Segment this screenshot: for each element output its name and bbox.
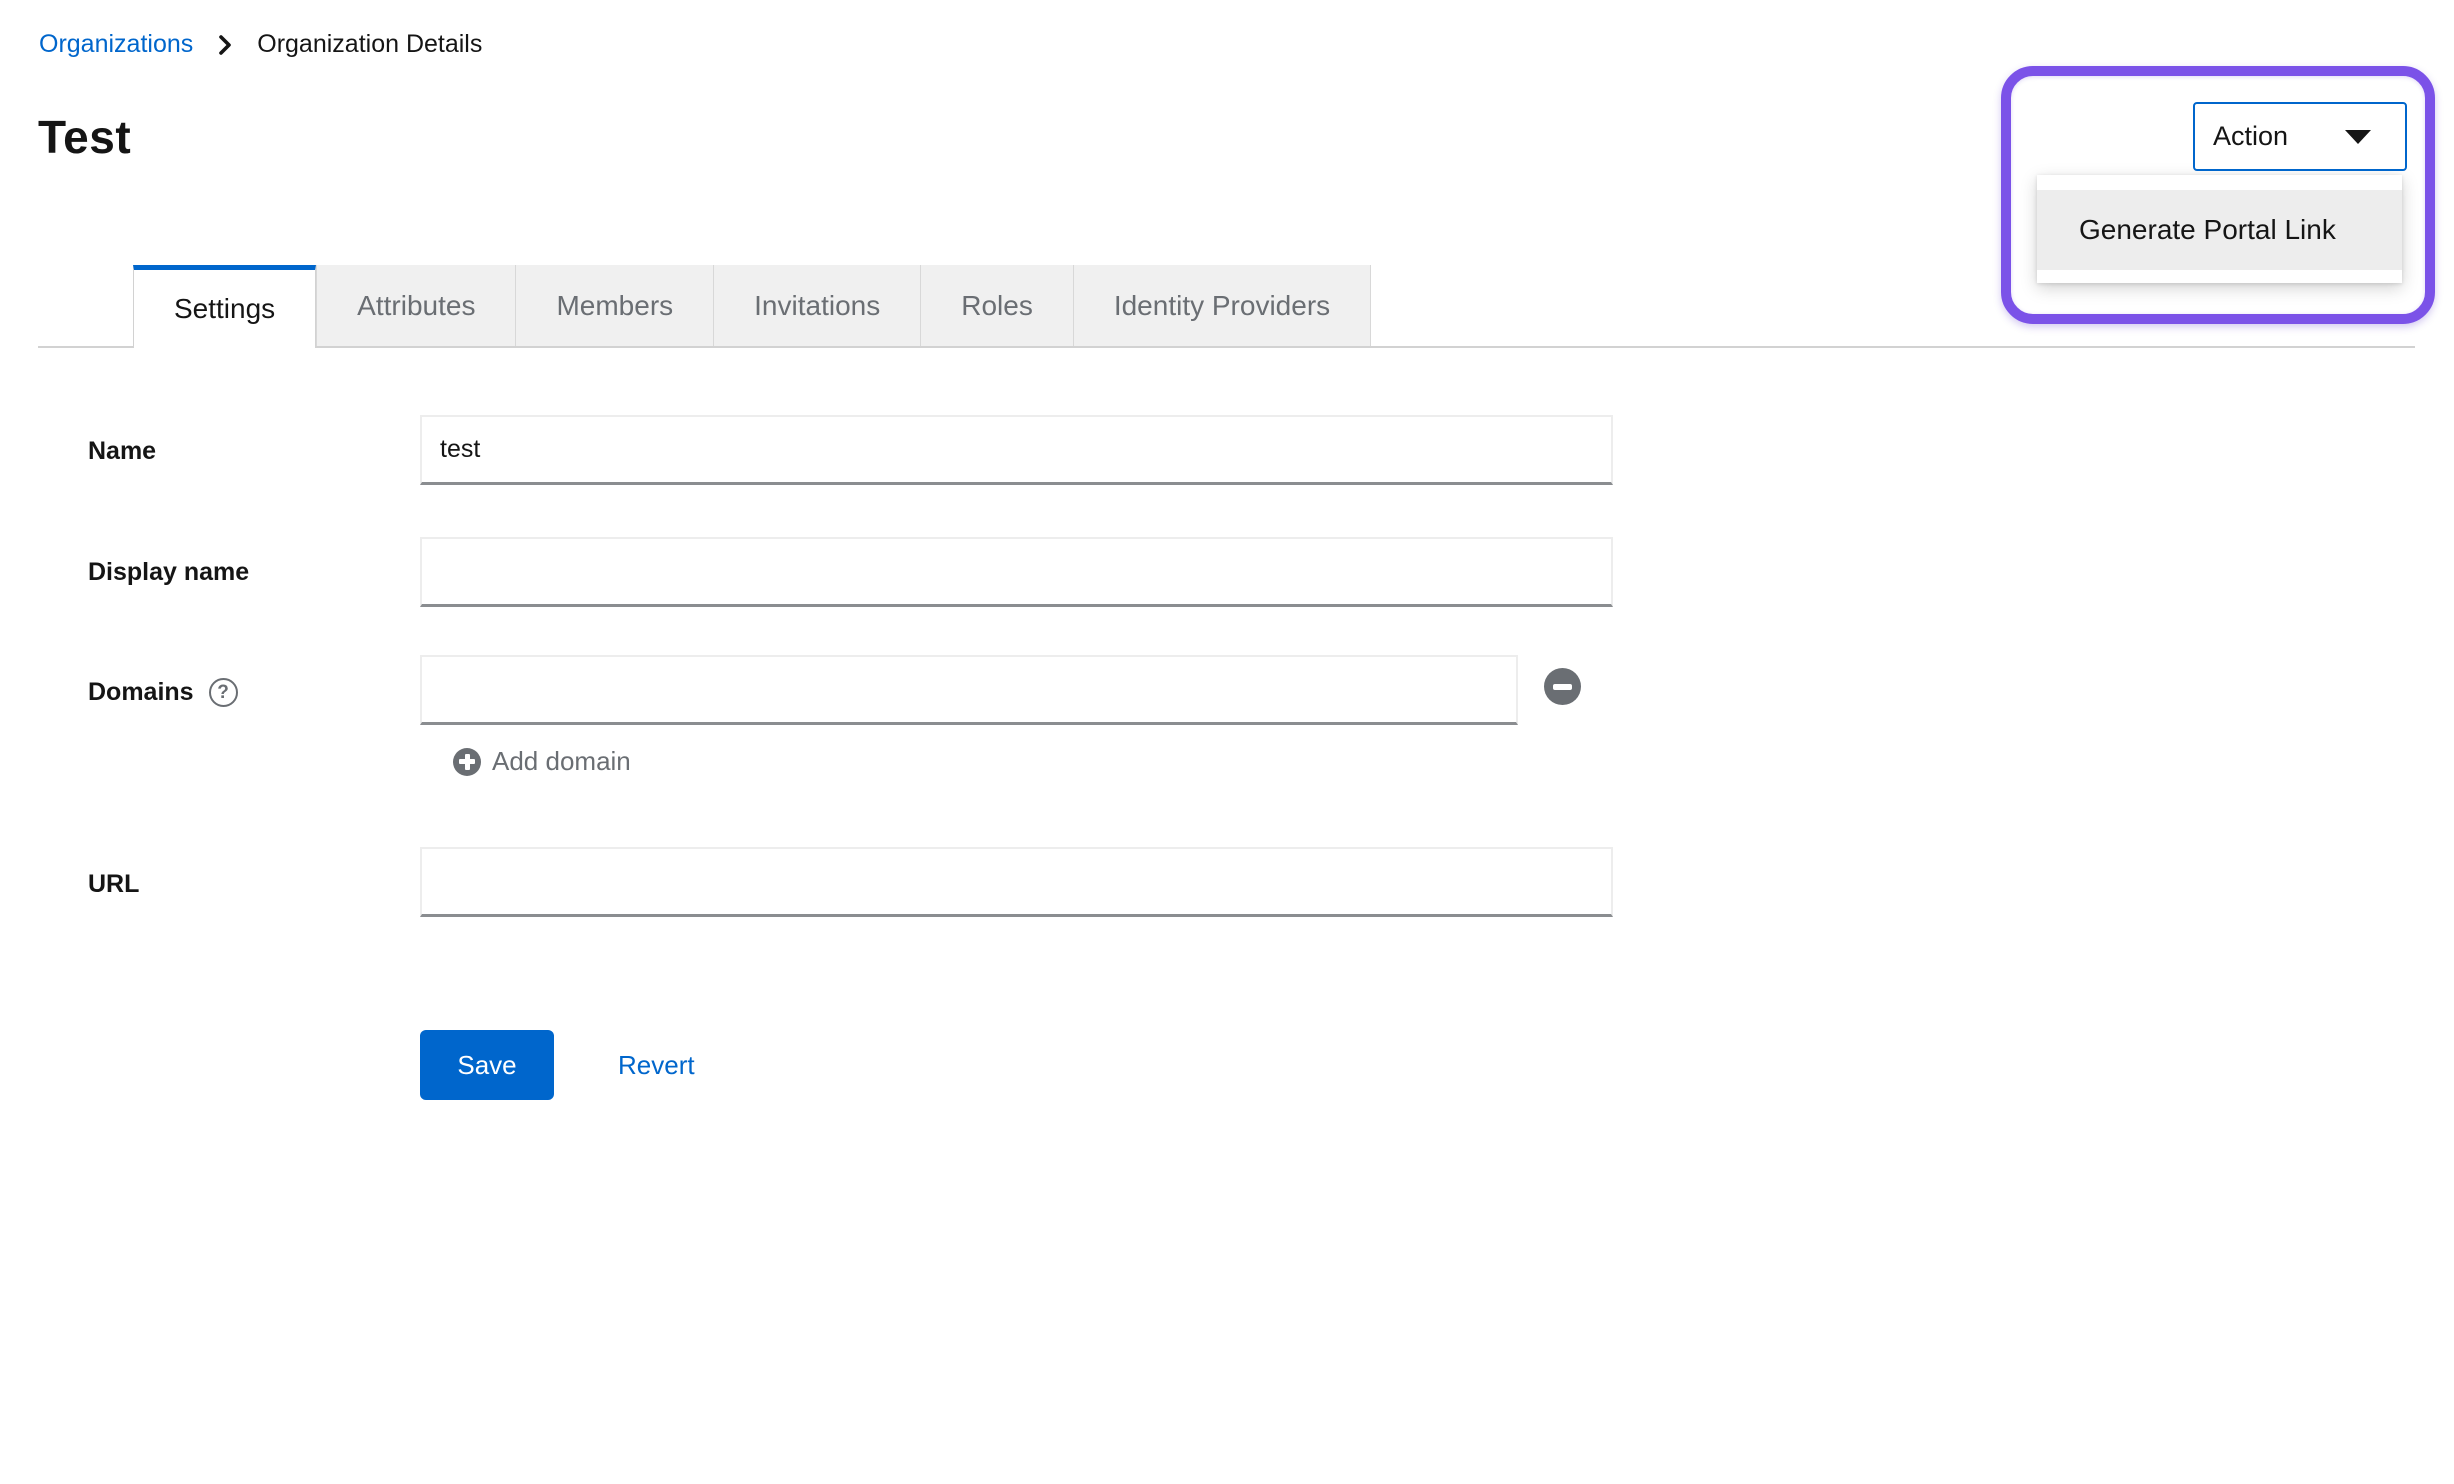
tab-attributes[interactable]: Attributes	[316, 265, 515, 346]
tab-invitations[interactable]: Invitations	[713, 265, 920, 346]
name-input[interactable]	[420, 415, 1613, 485]
domains-label-row: Domains ?	[88, 678, 238, 707]
breadcrumb: Organizations Organization Details	[39, 30, 482, 59]
tab-members[interactable]: Members	[515, 265, 713, 346]
name-label: Name	[88, 437, 156, 466]
plus-circle-icon	[453, 748, 481, 776]
save-button[interactable]: Save	[420, 1030, 554, 1100]
breadcrumb-current-page: Organization Details	[257, 30, 482, 59]
action-dropdown-label: Action	[2213, 121, 2288, 152]
domains-label: Domains	[88, 678, 194, 707]
url-label: URL	[88, 870, 139, 899]
remove-domain-button[interactable]	[1544, 668, 1581, 705]
caret-down-icon	[2345, 130, 2371, 144]
tab-settings[interactable]: Settings	[133, 265, 316, 348]
breadcrumb-link-organizations[interactable]: Organizations	[39, 30, 193, 59]
question-circle-icon[interactable]: ?	[209, 678, 238, 707]
display-name-label: Display name	[88, 558, 249, 587]
chevron-right-icon	[215, 33, 235, 57]
tab-identity-providers[interactable]: Identity Providers	[1073, 265, 1371, 346]
page-title: Test	[38, 110, 131, 164]
domain-input[interactable]	[420, 655, 1518, 725]
minus-circle-icon	[1553, 684, 1572, 690]
menu-item-generate-portal-link[interactable]: Generate Portal Link	[2037, 190, 2402, 270]
url-input[interactable]	[420, 847, 1613, 917]
tab-bar-inset	[38, 265, 133, 346]
add-domain-button[interactable]: Add domain	[453, 746, 631, 777]
display-name-input[interactable]	[420, 537, 1613, 607]
action-dropdown-menu: Generate Portal Link	[2037, 175, 2402, 283]
organization-details-page: Organizations Organization Details Test …	[0, 0, 2454, 1484]
tab-roles[interactable]: Roles	[920, 265, 1073, 346]
action-dropdown-button[interactable]: Action	[2193, 102, 2407, 171]
add-domain-label: Add domain	[492, 746, 631, 777]
revert-button[interactable]: Revert	[618, 1050, 695, 1081]
